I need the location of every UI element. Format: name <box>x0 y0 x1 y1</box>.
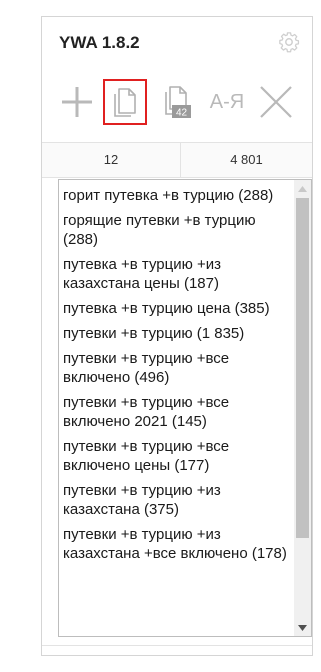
list-item[interactable]: путевка +в турцию цена (385) <box>63 299 293 318</box>
add-button[interactable] <box>55 79 99 125</box>
list-item[interactable]: путевки +в турцию +все включено цены (17… <box>63 437 293 475</box>
phrase-list: горит путевка +в турцию (288) горящие пу… <box>59 180 295 636</box>
sort-az-icon: A-Я <box>209 90 245 113</box>
close-icon <box>260 86 292 118</box>
panel-footer-divider <box>42 645 312 646</box>
list-item[interactable]: путевки +в турцию +из казахстана +все вк… <box>63 525 293 563</box>
ywa-panel: YWA 1.8.2 42 A-Я 12 4 801 горит путевка … <box>41 16 313 656</box>
list-item[interactable]: горит путевка +в турцию (288) <box>63 186 293 205</box>
gear-icon[interactable] <box>278 31 300 53</box>
scroll-up-arrow[interactable] <box>294 180 311 197</box>
panel-header: YWA 1.8.2 <box>42 17 312 67</box>
phrase-listbox[interactable]: горит путевка +в турцию (288) горящие пу… <box>58 179 312 637</box>
copy-pages-icon <box>114 88 136 117</box>
count-badge: 42 <box>176 108 188 119</box>
scrollbar-thumb[interactable] <box>296 198 309 538</box>
toolbar: 42 A-Я <box>42 69 312 139</box>
plus-icon <box>62 87 92 117</box>
clear-button[interactable] <box>254 79 298 125</box>
app-title: YWA 1.8.2 <box>59 33 140 52</box>
sort-az-button[interactable]: A-Я <box>205 79 249 125</box>
frequency-total: 4 801 <box>230 152 263 167</box>
list-item[interactable]: путевка +в турцию +из казахстана цены (1… <box>63 255 293 293</box>
list-item[interactable]: путевки +в турцию (1 835) <box>63 324 293 343</box>
phrase-count: 12 <box>42 143 181 177</box>
list-item[interactable]: путевки +в турцию +из казахстана (375) <box>63 481 293 519</box>
copy-with-count-button[interactable]: 42 <box>154 79 198 125</box>
list-item[interactable]: горящие путевки +в турцию (288) <box>63 211 293 249</box>
copy-button[interactable] <box>103 79 147 125</box>
list-item[interactable]: путевки +в турцию +все включено 2021 (14… <box>63 393 293 431</box>
list-item[interactable]: путевки +в турцию +все включено (496) <box>63 349 293 387</box>
vertical-scrollbar[interactable] <box>294 180 311 636</box>
counts-bar: 12 4 801 <box>42 142 312 178</box>
copy-count-icon: 42 <box>165 86 191 119</box>
scroll-down-arrow[interactable] <box>294 619 311 636</box>
